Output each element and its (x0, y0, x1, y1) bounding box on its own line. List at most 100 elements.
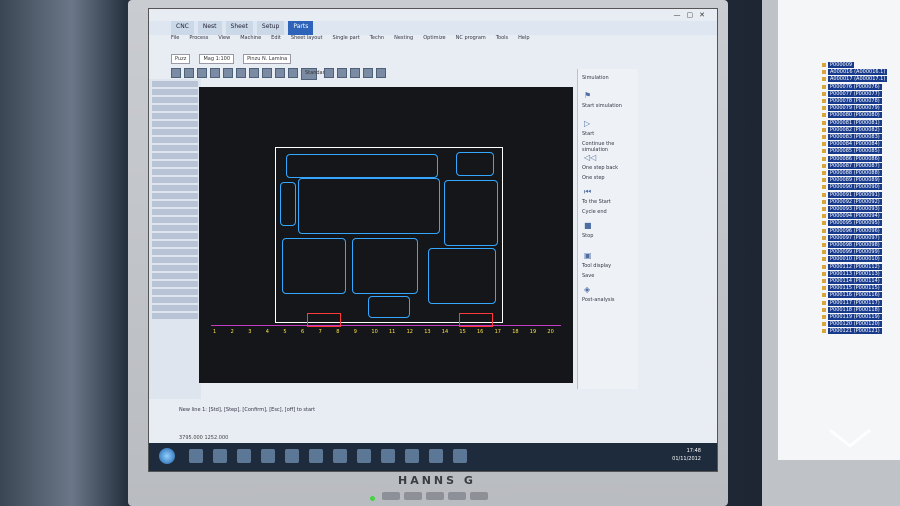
step-back-icon[interactable]: ◁◁ (584, 153, 596, 162)
nested-part[interactable] (280, 182, 296, 226)
monitor-buttons[interactable] (382, 492, 488, 500)
tab[interactable]: Nest (197, 21, 222, 35)
dialog-item[interactable]: One step back (582, 165, 618, 171)
nested-part[interactable] (428, 248, 496, 304)
taskbar-app[interactable] (189, 449, 203, 463)
tree-item[interactable]: P000113 (P000113) (828, 270, 882, 277)
tree-item[interactable]: A000016 (A000016.1) (828, 69, 888, 76)
tree-item[interactable]: P000119 (P000119) (828, 314, 882, 320)
tool-icon[interactable] (249, 68, 259, 78)
tree-item[interactable]: P000118 (P000118) (828, 306, 882, 313)
monitor-button[interactable] (382, 492, 400, 500)
menu-item[interactable]: Nesting (394, 35, 413, 41)
dialog-item[interactable]: Save (582, 273, 594, 279)
tree-item[interactable]: P000078 (P000078) (828, 98, 882, 104)
taskbar-app[interactable] (405, 449, 419, 463)
tool-icon[interactable] (262, 68, 272, 78)
tree-item[interactable]: P000097 (P000097) (828, 234, 882, 241)
menu-item[interactable]: Optimize (423, 35, 445, 41)
tree-item[interactable]: P000120 (P000120) (828, 321, 882, 328)
tree-item[interactable]: P000095 (P000095) (828, 220, 882, 227)
layer-combo[interactable]: Pinzu N. Lamina (243, 54, 292, 64)
tree-item[interactable]: P000081 (P000081) (828, 119, 882, 126)
nested-part[interactable] (298, 178, 440, 234)
cad-viewport[interactable]: 1 2 3 4 5 6 7 8 9 10 11 12 13 14 15 16 17 18 19 20 (199, 87, 573, 383)
tree-item[interactable]: P000099 (P000099) (828, 249, 882, 256)
taskbar-app[interactable] (429, 449, 443, 463)
taskbar-app[interactable] (237, 449, 251, 463)
start-button[interactable] (159, 448, 175, 464)
tool-icon[interactable] (223, 68, 233, 78)
dialog-item[interactable]: Start simulation (582, 103, 622, 109)
menu-item[interactable]: Edit (271, 35, 281, 41)
tree-item[interactable]: P000087 (P000087) (828, 162, 882, 169)
tree-item[interactable]: P000010 (P000010) (828, 256, 882, 263)
tree-item[interactable]: P000089 (P000089) (828, 177, 882, 184)
taskbar-app[interactable] (381, 449, 395, 463)
dialog-item[interactable]: Continue the simulation (582, 141, 638, 153)
tab[interactable]: Sheet (225, 21, 253, 35)
tree-item[interactable]: P000083 (P000083) (828, 134, 882, 140)
tree-item[interactable]: P000076 (P000076) (828, 83, 882, 90)
tree-item[interactable]: A000017 (A000017.1) (828, 76, 888, 83)
tree-item[interactable]: P000088 (P000088) (828, 170, 882, 176)
play-icon[interactable]: ▷ (584, 119, 594, 128)
tree-item[interactable]: P000085 (P000085) (828, 148, 882, 155)
dialog-item[interactable]: To the Start (582, 199, 611, 205)
taskbar-clock[interactable]: 17:48 01/11/2012 (672, 447, 701, 463)
mode-combo[interactable]: Standard (301, 68, 328, 80)
tool-icon[interactable] (350, 68, 360, 78)
part-combo[interactable]: Puzz (171, 54, 191, 64)
monitor-button[interactable] (426, 492, 444, 500)
dialog-item[interactable]: Cycle end (582, 209, 607, 215)
menu-item[interactable]: Process (189, 35, 208, 41)
tool-icon[interactable] (210, 68, 220, 78)
tool-icon[interactable]: ▣ (584, 251, 594, 260)
nested-part[interactable] (282, 238, 346, 294)
tree-item[interactable]: P000084 (P000084) (828, 141, 882, 148)
tool-icon[interactable] (184, 68, 194, 78)
taskbar-app[interactable] (453, 449, 467, 463)
menu-item[interactable]: Techn (370, 35, 384, 41)
taskbar-app[interactable] (261, 449, 275, 463)
taskbar-app[interactable] (213, 449, 227, 463)
tree-item[interactable]: P000094 (P000094) (828, 213, 882, 220)
menu-item[interactable]: Sheet layout (291, 35, 323, 41)
nested-part[interactable] (286, 154, 438, 178)
tab[interactable]: Setup (256, 21, 285, 35)
tree-item[interactable]: P000080 (P000080) (828, 112, 882, 119)
tool-icon[interactable] (337, 68, 347, 78)
nested-part[interactable] (444, 180, 498, 246)
tool-icon[interactable] (288, 68, 298, 78)
to-start-icon[interactable]: ⏮ (584, 187, 594, 196)
taskbar-app[interactable] (333, 449, 347, 463)
menu-item[interactable]: Machine (240, 35, 261, 41)
command-line[interactable]: New line 1: [Std], [Step], [Confirm], [E… (179, 407, 315, 413)
dialog-item[interactable]: Start (582, 131, 594, 137)
tree-item[interactable]: P000116 (P000116) (828, 292, 882, 299)
menu-item[interactable]: Single part (333, 35, 360, 41)
scale-combo[interactable]: Mag 1:100 (199, 54, 235, 64)
menu-item[interactable]: File (171, 35, 179, 41)
tree-item[interactable]: P000092 (P000092) (828, 198, 882, 205)
tree-item[interactable]: P000114 (P000114) (828, 278, 882, 284)
menu-item[interactable]: View (218, 35, 230, 41)
tool-icon[interactable] (324, 68, 334, 78)
window-controls[interactable]: —▢✕ (674, 11, 711, 19)
tree-item[interactable]: P000121 (P000121) (828, 328, 882, 335)
flag-icon[interactable]: ⚑ (584, 91, 594, 100)
tool-icon[interactable] (236, 68, 246, 78)
tree-item[interactable]: P000115 (P000115) (828, 285, 882, 292)
nested-part[interactable] (456, 152, 494, 176)
tool-icon[interactable] (275, 68, 285, 78)
tree-item[interactable]: P000098 (P000098) (828, 242, 882, 248)
tree-item[interactable]: P000096 (P000096) (828, 227, 882, 234)
tree-item[interactable]: P000090 (P000090) (828, 184, 882, 191)
nested-part[interactable] (368, 296, 410, 318)
tree-item[interactable]: P000093 (P000093) (828, 206, 882, 212)
stop-icon[interactable]: ■ (584, 221, 594, 230)
menu-item[interactable]: NC program (456, 35, 486, 41)
taskbar-app[interactable] (309, 449, 323, 463)
monitor-button[interactable] (404, 492, 422, 500)
tab[interactable]: CNC (171, 21, 194, 35)
